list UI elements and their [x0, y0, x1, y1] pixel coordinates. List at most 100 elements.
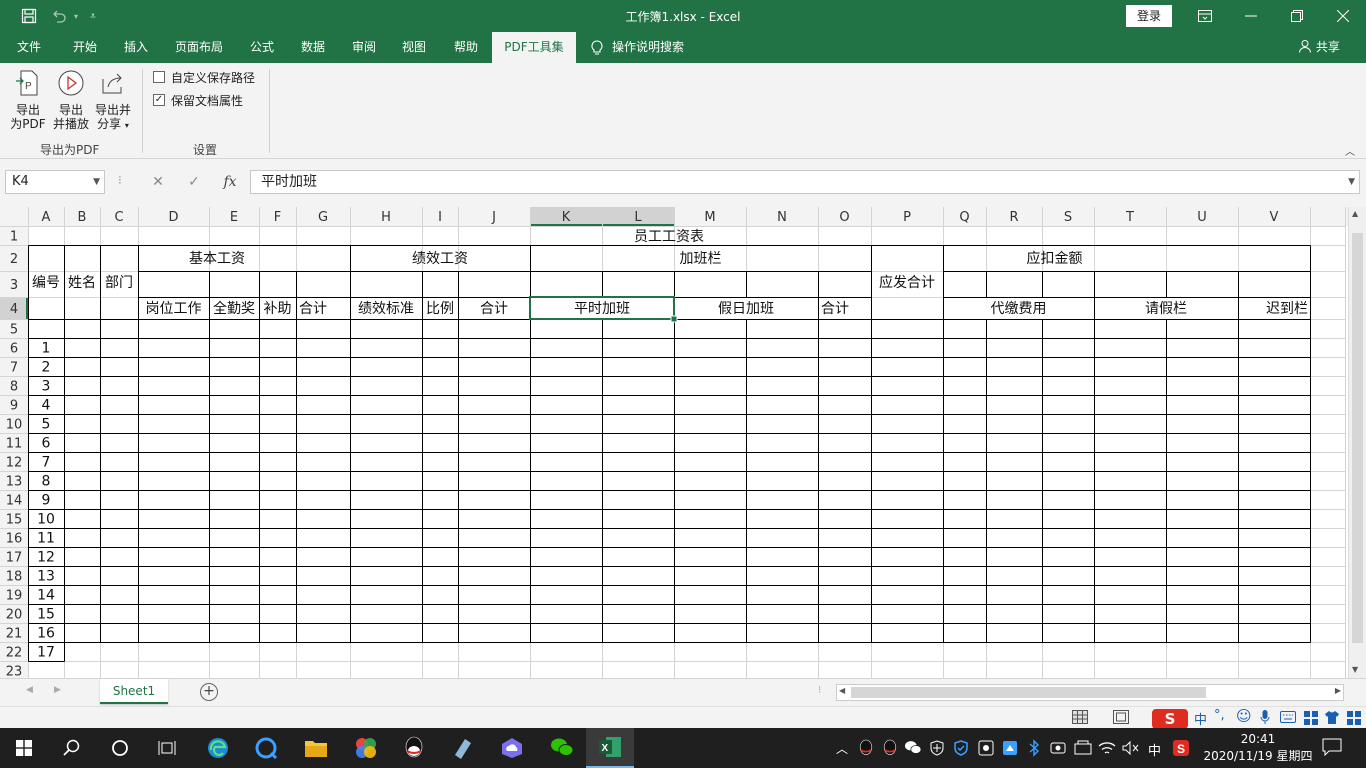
punctuation-icon[interactable]: °,: [1214, 708, 1225, 723]
notification-center-icon[interactable]: [1322, 738, 1342, 759]
column-header-p[interactable]: P: [903, 210, 911, 225]
tray-sogou-icon[interactable]: S: [1172, 739, 1190, 760]
fill-handle[interactable]: [670, 315, 678, 323]
horizontal-scrollbar[interactable]: ◀ ▶: [836, 684, 1344, 701]
row-header-8[interactable]: 8: [10, 380, 18, 395]
tray-app-icon[interactable]: [1050, 740, 1066, 759]
next-sheet-icon[interactable]: ▶: [54, 685, 61, 695]
column-header-i[interactable]: I: [438, 210, 442, 225]
row-header-21[interactable]: 21: [6, 627, 23, 642]
add-sheet-icon[interactable]: +: [200, 683, 218, 701]
prev-sheet-icon[interactable]: ◀: [26, 685, 33, 695]
sogou-ime-icon[interactable]: S: [1152, 709, 1188, 729]
tab-review[interactable]: 审阅: [342, 32, 386, 63]
spreadsheet-grid[interactable]: A B C D E F G H I J K L M N O P Q R S T U V 1 2 3 4 5 6 7 8 9 10 11 12 13 1…: [0, 207, 1366, 678]
export-play-button[interactable]: 导出 并播放: [51, 69, 91, 131]
chevron-down-icon[interactable]: ▼: [1348, 171, 1355, 193]
row-header-4[interactable]: 4: [10, 302, 18, 317]
column-header-b[interactable]: B: [78, 210, 87, 225]
name-box[interactable]: K4 ▼: [5, 170, 105, 194]
custom-save-path-checkbox[interactable]: 自定义保存路径: [153, 69, 255, 85]
row-header-23[interactable]: 23: [6, 665, 23, 679]
cancel-icon[interactable]: ✕: [140, 174, 176, 190]
toolbox-icon[interactable]: [1346, 710, 1362, 728]
row-header-10[interactable]: 10: [6, 418, 23, 433]
ime-indicator[interactable]: 中: [1148, 740, 1161, 759]
tab-home[interactable]: 开始: [62, 32, 108, 63]
tray-app-icon[interactable]: [1074, 740, 1092, 759]
browser-icon[interactable]: [242, 728, 290, 768]
skin-tshirt-icon[interactable]: [1324, 710, 1340, 728]
column-header-e[interactable]: E: [230, 210, 238, 225]
chevron-down-icon[interactable]: ▼: [93, 171, 100, 193]
tab-help[interactable]: 帮助: [444, 32, 488, 63]
row-header-5[interactable]: 5: [10, 323, 18, 338]
column-header-v[interactable]: V: [1270, 210, 1279, 225]
tab-page-layout[interactable]: 页面布局: [168, 32, 230, 63]
wechat-icon[interactable]: [538, 728, 586, 768]
row-header-19[interactable]: 19: [6, 589, 23, 604]
close-icon[interactable]: [1320, 0, 1366, 32]
tray-shield-icon[interactable]: [954, 740, 968, 759]
export-share-button[interactable]: 导出并 分享 ▾: [93, 69, 133, 133]
row-header-9[interactable]: 9: [10, 399, 18, 414]
tab-formulas[interactable]: 公式: [240, 32, 284, 63]
row-header-2[interactable]: 2: [10, 252, 18, 267]
enter-icon[interactable]: ✓: [176, 174, 212, 190]
row-header-18[interactable]: 18: [6, 570, 23, 585]
restore-icon[interactable]: [1274, 0, 1320, 32]
file-explorer-icon[interactable]: [292, 728, 340, 768]
cell-grid[interactable]: A B C D E F G H I J K L M N O P Q R S T U V123456789101112131…: [0, 207, 1348, 678]
tray-security-icon[interactable]: [930, 740, 944, 759]
column-header-l[interactable]: L: [634, 210, 642, 225]
keep-doc-props-checkbox[interactable]: ✓ 保留文档属性: [153, 92, 243, 108]
row-header-1[interactable]: 1: [10, 230, 18, 245]
tray-app-icon[interactable]: [1002, 740, 1018, 759]
insert-function-icon[interactable]: fx: [212, 174, 248, 190]
tab-file[interactable]: 文件: [8, 32, 50, 63]
row-header-3[interactable]: 3: [10, 278, 18, 293]
tell-me-search[interactable]: 操作说明搜索: [590, 32, 700, 63]
normal-view-icon[interactable]: [1072, 710, 1088, 727]
cloud-app-icon[interactable]: [488, 728, 536, 768]
row-header-20[interactable]: 20: [6, 608, 23, 623]
keyboard-icon[interactable]: [1280, 711, 1296, 726]
page-layout-view-icon[interactable]: [1113, 710, 1129, 727]
vertical-scrollbar[interactable]: ▲ ▼: [1348, 207, 1366, 678]
microphone-icon[interactable]: [1260, 709, 1270, 728]
column-header-r[interactable]: R: [1009, 210, 1018, 225]
login-button[interactable]: 登录: [1126, 5, 1172, 27]
task-view-icon[interactable]: [144, 728, 192, 768]
column-header-q[interactable]: Q: [959, 210, 969, 225]
search-icon[interactable]: [48, 728, 96, 768]
row-header-14[interactable]: 14: [6, 494, 23, 509]
scroll-thumb[interactable]: [1352, 233, 1363, 643]
column-header-s[interactable]: S: [1064, 210, 1072, 225]
row-header-16[interactable]: 16: [6, 532, 23, 547]
windows-start-icon[interactable]: [0, 728, 48, 768]
bluetooth-icon[interactable]: [1028, 739, 1040, 760]
column-header-g[interactable]: G: [318, 210, 328, 225]
qq-icon[interactable]: [390, 728, 438, 768]
row-header-22[interactable]: 22: [6, 646, 23, 661]
excel-app-icon[interactable]: X: [586, 728, 634, 768]
tray-qq-icon[interactable]: [882, 739, 898, 760]
column-header-c[interactable]: C: [114, 210, 123, 225]
column-header-f[interactable]: F: [274, 210, 281, 225]
scroll-left-icon[interactable]: ◀: [839, 686, 845, 695]
row-header-17[interactable]: 17: [6, 551, 23, 566]
scroll-thumb[interactable]: [851, 687, 1206, 698]
column-header-d[interactable]: D: [168, 210, 178, 225]
tab-data[interactable]: 数据: [291, 32, 335, 63]
row-header-6[interactable]: 6: [10, 342, 18, 357]
cortana-icon[interactable]: [96, 728, 144, 768]
system-clock[interactable]: 20:41 2020/11/19 星期四: [1198, 731, 1318, 765]
formula-input[interactable]: 平时加班 ▼: [250, 170, 1360, 194]
column-header-n[interactable]: N: [777, 210, 787, 225]
column-header-o[interactable]: O: [839, 210, 849, 225]
tray-wechat-icon[interactable]: [904, 740, 922, 759]
collapse-ribbon-icon[interactable]: ︿: [1345, 143, 1355, 158]
wifi-icon[interactable]: [1098, 740, 1116, 759]
column-header-j[interactable]: J: [491, 210, 496, 225]
ime-mode-indicator[interactable]: 中: [1194, 709, 1207, 728]
